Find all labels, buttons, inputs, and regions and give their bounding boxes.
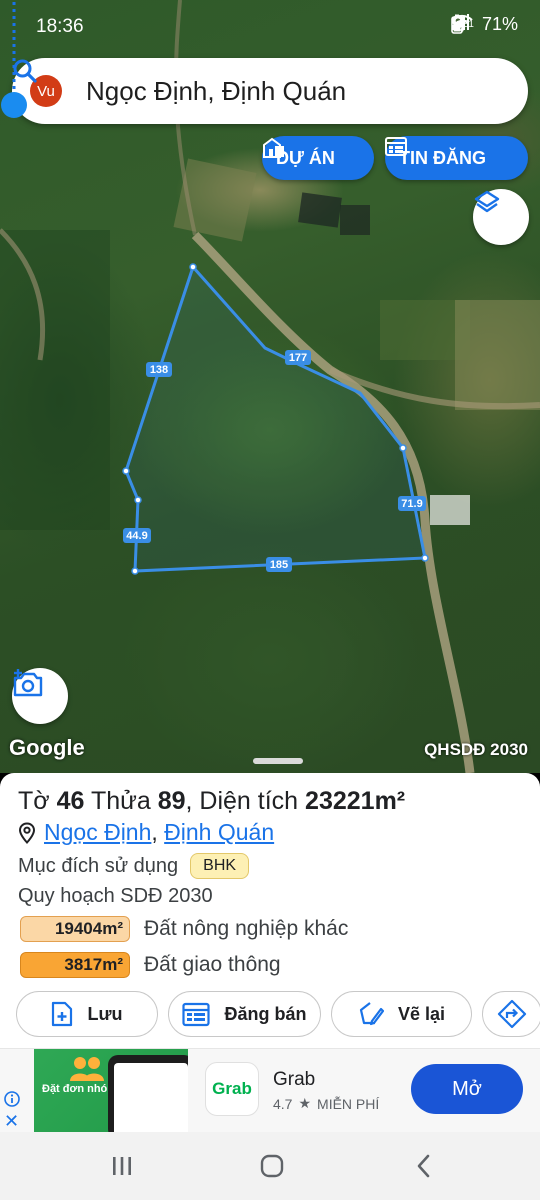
plan-label: Quy hoạch SDĐ 2030 <box>18 885 213 907</box>
ad-creative-headline: Đặt đơn nhóm <box>42 1083 118 1095</box>
status-icons: LTE1 71% <box>451 14 518 35</box>
redraw-button[interactable]: Vẽ lại <box>331 991 472 1037</box>
calendar-icon <box>182 1002 211 1027</box>
directions-icon <box>497 999 527 1029</box>
home-icon <box>260 1154 284 1178</box>
recent-apps-icon <box>113 1157 131 1175</box>
sell-button[interactable]: Đăng bán <box>168 991 321 1037</box>
back-icon <box>417 1154 430 1178</box>
status-bar: 18:36 LTE1 71% <box>0 0 540 52</box>
listings-button[interactable]: TIN ĐĂNG <box>385 136 528 180</box>
status-time: 18:36 <box>36 16 84 37</box>
district-link[interactable]: Định Quán <box>164 819 274 845</box>
search-query[interactable]: Ngọc Định, Định Quán <box>86 76 468 107</box>
listings-label: TIN ĐĂNG <box>399 147 486 168</box>
land-use-name: Đất nông nghiệp khác <box>144 917 349 940</box>
edge-label: 138 <box>150 364 168 376</box>
open-app-button[interactable]: Mở <box>411 1064 523 1114</box>
map-layer-label: QHSDĐ 2030 <box>424 740 528 759</box>
location-pin-icon <box>18 821 36 844</box>
phone-screen <box>114 1063 188 1133</box>
add-file-icon <box>52 1001 73 1027</box>
edge-label: 71.9 <box>401 498 422 510</box>
plot-number: 89 <box>157 787 186 815</box>
system-nav-bar <box>0 1132 540 1200</box>
redraw-label: Vẽ lại <box>397 1003 446 1024</box>
recent-apps-button[interactable] <box>102 1152 142 1180</box>
edge-label: 185 <box>270 559 288 571</box>
edge-label: 177 <box>289 352 307 364</box>
sell-label: Đăng bán <box>224 1003 307 1024</box>
search-bar[interactable]: Vu Ngọc Định, Định Quán <box>12 58 528 124</box>
home-button[interactable] <box>252 1152 292 1180</box>
projects-button[interactable]: DỰ ÁN <box>262 136 374 180</box>
area-prefix: , Diện tích <box>185 787 299 815</box>
parcel-area: 23221m² <box>305 787 406 815</box>
ad-banner[interactable]: ✕ Đặt đơn nhóm Grab Grab 4.7 ★ MIỄN PHÍ … <box>0 1048 540 1133</box>
google-logo: Google <box>9 735 85 760</box>
land-use-area: 3817m² <box>20 952 130 978</box>
save-button[interactable]: Lưu <box>16 991 158 1037</box>
commune-link[interactable]: Ngọc Định <box>44 819 151 845</box>
ad-app-name[interactable]: Grab <box>273 1069 315 1091</box>
land-use-area: 19404m² <box>20 916 130 942</box>
back-button[interactable] <box>404 1152 444 1180</box>
grab-app-logo[interactable]: Grab <box>205 1062 259 1116</box>
purpose-label: Mục đích sử dụng <box>18 854 179 877</box>
rating-value: 4.7 <box>273 1095 293 1112</box>
directions-button[interactable] <box>482 991 540 1037</box>
edge-label: 44.9 <box>126 530 147 542</box>
sheet-number: 46 <box>56 787 85 815</box>
action-row: Lưu Đăng bán Vẽ lại <box>16 991 540 1037</box>
battery-percent: 71% <box>481 14 518 34</box>
layers-button[interactable] <box>473 189 529 245</box>
draw-shape-icon <box>359 1002 384 1026</box>
purpose-row: Mục đích sử dụng BHK <box>18 853 250 879</box>
add-photo-icon <box>13 669 43 697</box>
layers-icon <box>474 190 500 213</box>
camera-button[interactable] <box>12 668 68 724</box>
layer-opacity-slider[interactable] <box>0 0 28 120</box>
purpose-badge: BHK <box>190 853 250 879</box>
parcel-info-sheet[interactable]: Tờ 46 Thửa 89, Diện tích 23221m² Ngọc Đị… <box>0 758 540 1048</box>
ad-rating: 4.7 ★ MIỄN PHÍ <box>273 1095 379 1112</box>
calendar-list-icon <box>385 137 407 156</box>
plot-prefix: Thửa <box>90 787 151 815</box>
satellite-map[interactable]: 138 177 71.9 185 44.9 18:36 LTE1 <box>0 0 540 773</box>
price-label: MIỄN PHÍ <box>317 1095 380 1112</box>
land-use-name: Đất giao thông <box>144 953 281 976</box>
drag-handle[interactable] <box>253 758 303 764</box>
ad-creative-image[interactable]: Đặt đơn nhóm <box>34 1049 188 1133</box>
location-row: Ngọc Định, Định Quán <box>18 819 274 846</box>
group-people-icon <box>70 1057 104 1081</box>
land-use-row: 3817m² Đất giao thông <box>20 952 281 978</box>
save-label: Lưu <box>87 1003 123 1024</box>
building-icon <box>263 137 284 158</box>
sheet-prefix: Tờ <box>18 787 50 815</box>
ad-close-icon[interactable]: ✕ <box>4 1111 19 1132</box>
ad-info-icon[interactable] <box>4 1091 20 1107</box>
parcel-title: Tờ 46 Thửa 89, Diện tích 23221m² <box>18 787 405 816</box>
star-icon: ★ <box>298 1095 312 1111</box>
battery-icon <box>450 14 463 34</box>
search-button[interactable] <box>13 59 516 115</box>
land-use-row: 19404m² Đất nông nghiệp khác <box>20 916 348 942</box>
